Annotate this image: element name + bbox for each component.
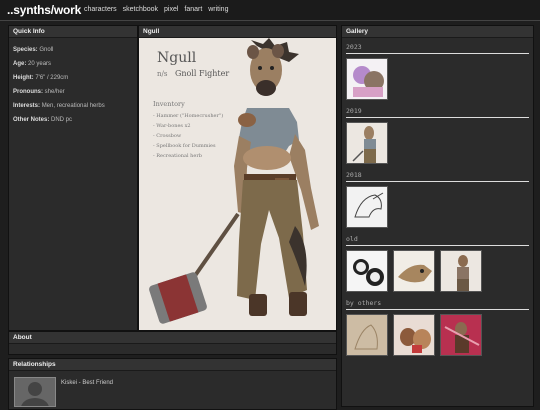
character-panel: Ngull Ngull n/s Gnoll Fighter Inventory … — [138, 25, 337, 331]
nav-characters[interactable]: characters — [84, 6, 117, 13]
nav-writing[interactable]: writing — [208, 6, 228, 13]
art-inventory-item: - Spellbook for Dummies — [153, 143, 216, 149]
thumb-row-2018 — [346, 186, 529, 230]
info-age: Age: 20 years — [9, 60, 137, 69]
info-value: she/her — [44, 89, 65, 95]
info-height: Height: 7'6" / 229cm — [9, 74, 137, 83]
art-inventory-item: - War-bones x2 — [153, 123, 191, 129]
gallery-section-2018: 2018 — [346, 171, 529, 182]
gallery-thumbnail[interactable] — [346, 122, 388, 164]
info-pronouns: Pronouns: she/her — [9, 88, 137, 97]
relationships-header: Relationships — [9, 359, 336, 371]
site-title[interactable]: ..synths/work — [7, 3, 81, 17]
relationship-item-text[interactable]: Kiskei - Best Friend — [61, 380, 113, 386]
nav-sketchbook[interactable]: sketchbook — [123, 6, 158, 13]
art-inventory-title: Inventory — [153, 100, 185, 108]
top-bar: ..synths/work characters sketchbook pixe… — [0, 0, 540, 21]
info-value: DND pc — [51, 117, 73, 123]
gallery-thumbnail[interactable] — [392, 314, 435, 356]
art-prefix-text: n/s — [157, 70, 168, 78]
info-label: Interests: — [13, 103, 41, 109]
info-other-notes: Other Notes: DND pc — [9, 116, 137, 125]
main-nav: characters sketchbook pixel fanart writi… — [84, 6, 232, 13]
relationship-avatar[interactable] — [14, 377, 56, 407]
gallery-header: Gallery — [342, 26, 533, 38]
gallery-section-2019: 2019 — [346, 107, 529, 118]
art-name-text: Ngull — [157, 50, 197, 66]
gallery-section-old: old — [346, 235, 529, 246]
info-value: Gnoll — [39, 47, 54, 53]
relationships-panel: Relationships Kiskei - Best Friend — [8, 358, 337, 410]
info-species: Species: Gnoll — [9, 46, 137, 55]
thumb-row-old — [346, 250, 529, 294]
gallery-thumbnail[interactable] — [346, 250, 388, 292]
about-panel: About — [8, 331, 337, 355]
art-inventory-item: - Crossbow — [153, 133, 182, 139]
character-artwork[interactable]: Ngull n/s Gnoll Fighter Inventory - Hamm… — [139, 38, 336, 330]
gallery-section-2023: 2023 — [346, 43, 529, 54]
art-inventory-item: - Hammer ("Homecrusher") — [153, 112, 223, 119]
thumb-row-2023 — [346, 58, 529, 102]
gallery-thumbnail[interactable] — [439, 250, 482, 292]
gallery-thumbnail[interactable] — [346, 58, 388, 100]
info-interests: Interests: Men, recreational herbs — [9, 102, 137, 111]
thumb-row-2019 — [346, 122, 529, 166]
info-value: 20 years — [28, 61, 52, 67]
art-inventory-item: - Recreational herb — [153, 153, 202, 159]
gallery-thumbnail[interactable] — [439, 314, 482, 356]
gallery-thumbnail[interactable] — [346, 186, 388, 228]
thumb-row-by-others — [346, 314, 529, 358]
info-label: Species: — [13, 47, 38, 53]
info-label: Other Notes: — [13, 117, 50, 123]
gallery-section-by-others: by others — [346, 299, 529, 310]
info-label: Age: — [13, 61, 27, 67]
art-subtitle-text: Gnoll Fighter — [175, 69, 229, 78]
info-label: Pronouns: — [13, 89, 43, 95]
gallery-thumbnail[interactable] — [392, 250, 435, 292]
gallery-panel: Gallery 2023 2019 2018 old by others — [341, 25, 534, 407]
info-label: Height: — [13, 75, 34, 81]
nav-pixel[interactable]: pixel — [164, 6, 178, 13]
info-value: 7'6" / 229cm — [35, 75, 69, 81]
info-value: Men, recreational herbs — [41, 103, 105, 109]
quick-info-panel: Quick Info Species: Gnoll Age: 20 years … — [8, 25, 138, 331]
about-header: About — [9, 332, 336, 344]
quick-info-header: Quick Info — [9, 26, 137, 38]
gallery-thumbnail[interactable] — [346, 314, 388, 356]
nav-fanart[interactable]: fanart — [184, 6, 202, 13]
character-name-header: Ngull — [139, 26, 336, 38]
